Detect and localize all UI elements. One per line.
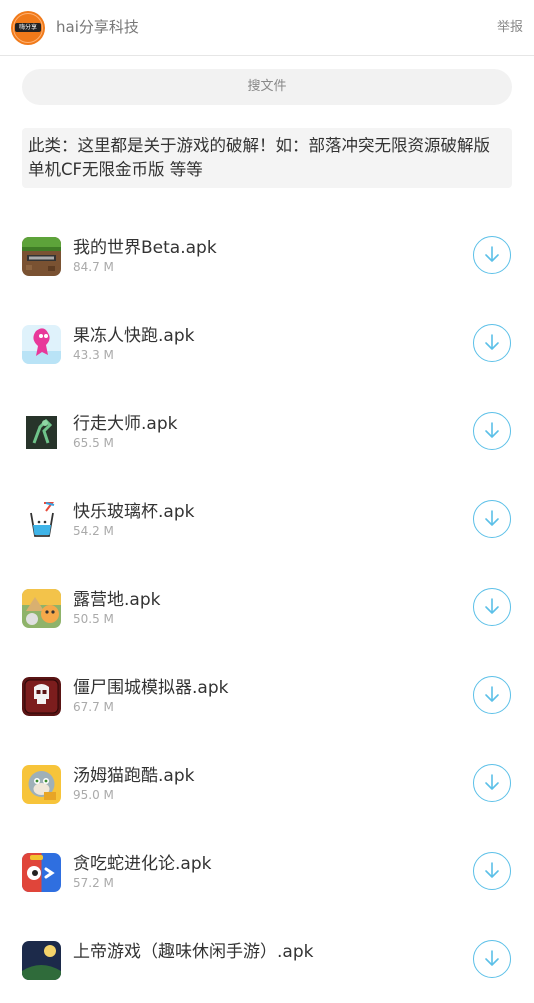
download-icon: [485, 950, 499, 966]
file-name[interactable]: 上帝游戏（趣味休闲手游）.apk: [73, 937, 313, 962]
file-size: 43.3 M: [73, 348, 114, 362]
download-icon: [485, 774, 499, 790]
top-bar: 嗨分享 hai分享科技 举报: [0, 0, 534, 56]
download-button[interactable]: [473, 588, 511, 626]
file-size: 95.0 M: [73, 788, 114, 802]
file-name[interactable]: 僵尸围城模拟器.apk: [73, 673, 228, 698]
minecraft-icon: [22, 237, 61, 276]
file-item[interactable]: 我的世界Beta.apk 84.7 M: [0, 211, 534, 299]
site-name[interactable]: hai分享科技: [56, 16, 139, 37]
file-name[interactable]: 露营地.apk: [73, 585, 160, 610]
jelly-run-icon: [22, 325, 61, 364]
snake-evolution-icon: [22, 853, 61, 892]
file-size: 84.7 M: [73, 260, 114, 274]
file-item[interactable]: 行走大师.apk 65.5 M: [0, 387, 534, 475]
report-link[interactable]: 举报: [497, 16, 523, 35]
file-size: 57.2 M: [73, 876, 114, 890]
file-name[interactable]: 汤姆猫跑酷.apk: [73, 761, 194, 786]
download-icon: [485, 598, 499, 614]
file-size: 67.7 M: [73, 700, 114, 714]
file-name[interactable]: 行走大师.apk: [73, 409, 177, 434]
download-icon: [485, 246, 499, 262]
category-description: 此类：这里都是关于游戏的破解！如：部落冲突无限资源破解版 单机CF无限金币版 等…: [22, 128, 512, 188]
file-name[interactable]: 贪吃蛇进化论.apk: [73, 849, 211, 874]
download-button[interactable]: [473, 324, 511, 362]
tom-cat-run-icon: [22, 765, 61, 804]
download-icon: [485, 422, 499, 438]
happy-glass-icon: [22, 501, 61, 540]
download-icon: [485, 510, 499, 526]
search-input[interactable]: 搜文件: [22, 69, 512, 105]
download-button[interactable]: [473, 940, 511, 978]
download-button[interactable]: [473, 500, 511, 538]
download-icon: [485, 862, 499, 878]
file-item[interactable]: 快乐玻璃杯.apk 54.2 M: [0, 475, 534, 563]
campsite-icon: [22, 589, 61, 628]
download-button[interactable]: [473, 412, 511, 450]
file-item[interactable]: 露营地.apk 50.5 M: [0, 563, 534, 651]
download-button[interactable]: [473, 676, 511, 714]
zombie-siege-icon: [22, 677, 61, 716]
file-item[interactable]: 汤姆猫跑酷.apk 95.0 M: [0, 739, 534, 827]
god-game-icon: [22, 941, 61, 980]
download-button[interactable]: [473, 236, 511, 274]
file-size: 54.2 M: [73, 524, 114, 538]
file-size: 65.5 M: [73, 436, 114, 450]
download-icon: [485, 334, 499, 350]
file-item[interactable]: 上帝游戏（趣味休闲手游）.apk: [0, 915, 534, 1003]
site-logo[interactable]: 嗨分享: [11, 11, 45, 45]
file-item[interactable]: 果冻人快跑.apk 43.3 M: [0, 299, 534, 387]
file-item[interactable]: 贪吃蛇进化论.apk 57.2 M: [0, 827, 534, 915]
walk-master-icon: [22, 413, 61, 452]
file-size: 50.5 M: [73, 612, 114, 626]
download-button[interactable]: [473, 852, 511, 890]
download-button[interactable]: [473, 764, 511, 802]
logo-text: 嗨分享: [15, 23, 41, 32]
file-name[interactable]: 我的世界Beta.apk: [73, 233, 217, 258]
file-name[interactable]: 果冻人快跑.apk: [73, 321, 194, 346]
file-item[interactable]: 僵尸围城模拟器.apk 67.7 M: [0, 651, 534, 739]
download-icon: [485, 686, 499, 702]
file-name[interactable]: 快乐玻璃杯.apk: [73, 497, 194, 522]
